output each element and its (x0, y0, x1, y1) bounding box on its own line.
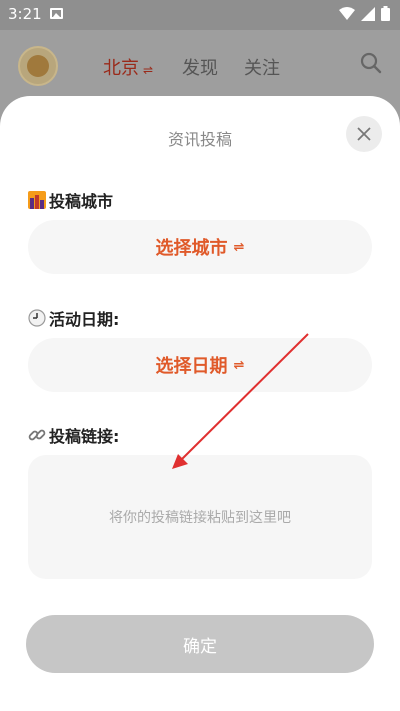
search-icon[interactable] (360, 52, 382, 74)
status-icons (339, 6, 390, 21)
image-notification-icon (50, 8, 63, 19)
submission-sheet: 资讯投稿 投稿城市 选择城市 ⇌ 活动日期: 选择日期 ⇌ 投稿链接: 将你的投… (0, 96, 400, 711)
link-placeholder: 将你的投稿链接粘贴到这里吧 (109, 510, 291, 526)
signal-icon (361, 6, 375, 21)
date-label-row: 活动日期: (28, 306, 119, 330)
status-bar: 3:21 (0, 0, 400, 30)
app-logo-icon[interactable] (18, 46, 58, 86)
city-select-label: 选择城市 (155, 238, 228, 259)
link-label: 投稿链接: (49, 427, 120, 446)
close-icon (357, 127, 371, 141)
sheet-title: 资讯投稿 (167, 130, 232, 149)
city-select-button[interactable]: 选择城市 ⇌ (28, 220, 372, 274)
tab-discover[interactable]: 发现 (182, 54, 218, 80)
close-button[interactable] (346, 116, 382, 152)
cityscape-icon (28, 191, 46, 209)
date-select-button[interactable]: 选择日期 ⇌ (28, 338, 372, 392)
link-input[interactable]: 将你的投稿链接粘贴到这里吧 (28, 455, 372, 579)
battery-icon (381, 6, 390, 21)
tab-city-label: 北京 (103, 58, 139, 79)
status-time: 3:21 (8, 5, 42, 23)
swap-icon: ⇌ (233, 239, 245, 255)
link-icon (28, 429, 46, 441)
swap-icon: ⇌ (233, 357, 245, 373)
city-label: 投稿城市 (49, 192, 114, 211)
wifi-icon (339, 6, 355, 20)
swap-icon: ⇌ (143, 63, 154, 77)
city-label-row: 投稿城市 (28, 188, 113, 212)
date-select-label: 选择日期 (155, 356, 228, 377)
clock-icon (28, 309, 46, 327)
tab-follow[interactable]: 关注 (244, 54, 280, 80)
confirm-button[interactable]: 确定 (26, 615, 374, 673)
app-bar: 北京 ⇌ 发现 关注 (0, 30, 400, 100)
link-label-row: 投稿链接: (28, 423, 119, 447)
tab-city[interactable]: 北京 ⇌ (103, 54, 153, 80)
date-label: 活动日期: (49, 310, 120, 329)
